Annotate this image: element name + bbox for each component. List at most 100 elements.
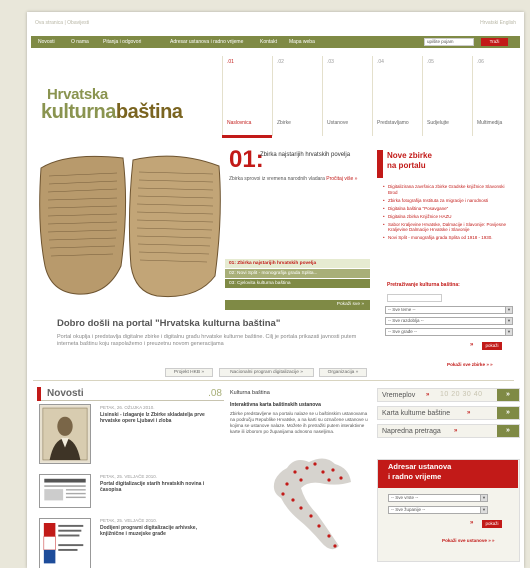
county-select[interactable]: -- Sve županije -- ▼	[388, 506, 488, 514]
croatia-map[interactable]	[265, 450, 355, 560]
new-collections-header: Nove zbirke na portalu	[377, 150, 517, 178]
material-select[interactable]: -- Sve građe -- ▼	[385, 328, 513, 336]
charter-image[interactable]	[37, 146, 223, 306]
feature-text: Zbirka sprovoi iz vremena narodnih vlada…	[229, 176, 364, 183]
organizacija-button[interactable]: Organizacija »	[319, 368, 367, 377]
nav-item-kontakt[interactable]: Kontakt	[260, 39, 277, 45]
chevron-down-icon: ▼	[505, 329, 512, 335]
directory-title-line1: Adresar ustanova	[388, 462, 452, 471]
timeline-numbers: 10 20 30 40	[440, 391, 483, 398]
feature-list: 01: Zbirka najstarijih hrvatskih povelja…	[225, 258, 370, 288]
new-collection-link[interactable]: Digitalna zbirka Knjižnice HAZU	[383, 214, 513, 220]
nav-item-mapa-weba[interactable]: Mapa weba	[289, 39, 315, 45]
new-collections-list: Digitalizirana završnica zbirke Gradske …	[383, 184, 513, 243]
tab-ustanove[interactable]: .03 Ustanove	[322, 56, 372, 136]
feature-description: Zbirka sprovoi iz vremena narodnih vlada…	[229, 176, 325, 182]
institution-type-select[interactable]: -- Sve vrste -- ▼	[388, 494, 488, 502]
theme-select[interactable]: -- Sve teme -- ▼	[385, 306, 513, 314]
kb-subtitle[interactable]: Interaktivna karta baštinskih ustanova	[230, 402, 370, 408]
theme-select-value: -- Sve teme --	[388, 307, 416, 312]
new-collection-link[interactable]: Digitalna baština "Posavgane"	[383, 206, 513, 212]
institution-type-value: -- Sve vrste --	[391, 495, 419, 500]
projekt-hkb-button[interactable]: Projekt HKB »	[165, 368, 213, 377]
tab-zbirke[interactable]: .02 Zbirke	[272, 56, 322, 136]
tab-num: .02	[277, 59, 284, 65]
chevron-down-icon: ▼	[505, 318, 512, 324]
tab-label: Predstavljamo	[377, 120, 409, 126]
nacionalni-program-button[interactable]: Nacionalni program digitalizacije »	[219, 368, 314, 377]
tab-naslovnica[interactable]: .01 Naslovnica	[222, 56, 272, 136]
kb-title: Kulturna baština	[230, 390, 270, 396]
new-collections-title: Nove zbirke na portalu	[387, 151, 432, 171]
period-select[interactable]: -- Sve razdoblja -- ▼	[385, 317, 513, 325]
quick-link-vremeplov[interactable]: Vremeplov » 10 20 30 40 »	[377, 388, 520, 402]
quick-link-napredna-pretraga[interactable]: Napredna pretraga » »	[377, 424, 520, 438]
feature-read-more-link[interactable]: Pročitaj više »	[326, 176, 357, 182]
show-all-institutions-link[interactable]: Pokaži sve ustanove » »	[442, 538, 495, 543]
chevron-down-icon: ▼	[505, 307, 512, 313]
search-institutions-button[interactable]: pokaži	[482, 520, 502, 528]
news-header: Novosti .08	[37, 387, 224, 401]
arrow-icon: »	[454, 428, 458, 434]
news-ministry-logo-image[interactable]	[39, 518, 91, 568]
feature-title[interactable]: Zbirka najstarijih hrvatskih povelja	[260, 152, 370, 158]
nav-item-adresar[interactable]: Adresar ustanova i radno vrijeme	[170, 39, 243, 45]
feature-number: 01:	[229, 146, 264, 173]
tab-label: Ustanove	[327, 120, 349, 126]
logo-line-2[interactable]: kulturnabaština	[41, 101, 183, 124]
tab-num: .01	[227, 59, 234, 65]
tab-multimedija[interactable]: .06 Multimedija	[472, 56, 522, 136]
main-nav: Novosti O nama Pitanja i odgovori Adresa…	[31, 36, 520, 48]
news-newspaper-image[interactable]	[39, 474, 91, 508]
tab-label: Naslovnica	[227, 120, 252, 126]
search-button[interactable]: Traži	[481, 38, 508, 46]
new-collections-title-line1: Nove zbirke	[387, 151, 432, 160]
logo-word-bastina: baština	[115, 101, 183, 123]
tab-num: .04	[377, 59, 384, 65]
news-item-title[interactable]: Portal digitalizacije starih hrvatskih n…	[100, 481, 215, 493]
directory-title-line2: i radno vrijeme	[388, 472, 442, 481]
chevron-down-icon: ▼	[480, 495, 487, 501]
go-arrow-icon[interactable]: »	[497, 389, 519, 401]
nav-item-novosti[interactable]: Novosti	[38, 39, 55, 45]
arrow-icon: »	[470, 520, 474, 526]
arrow-icon: »	[470, 342, 474, 348]
nav-item-o-nama[interactable]: O nama	[71, 39, 89, 45]
news-header-accent	[37, 387, 41, 401]
feature-list-item[interactable]: 01: Zbirka najstarijih hrvatskih povelja	[225, 258, 370, 268]
new-collection-link[interactable]: Zbirka fotografija Instituta za migracij…	[383, 198, 513, 204]
tab-predstavljamo[interactable]: .04 Predstavljamo	[372, 56, 422, 136]
quick-link-label: Napredna pretraga	[382, 428, 441, 435]
new-collection-link[interactable]: Sabor Kraljevine Hrvatske, Dalmacije i S…	[383, 222, 513, 233]
top-links[interactable]: Ova stranica | Obavijesti	[35, 20, 89, 26]
show-all-features-link[interactable]: Pokaži sve »	[225, 300, 370, 310]
new-collection-link[interactable]: Novi Split - monografija grada Splita od…	[383, 235, 513, 241]
new-collections-accent	[377, 150, 383, 178]
news-portrait-image[interactable]	[39, 404, 91, 464]
new-collection-link[interactable]: Digitalizirana završnica zbirke Gradske …	[383, 184, 513, 195]
tab-sudjelujte[interactable]: .05 Sudjelujte	[422, 56, 472, 136]
heritage-search-input[interactable]	[387, 294, 442, 302]
news-date: PETAK, 25. VELJAČE 2010.	[100, 518, 157, 523]
show-all-collections-link[interactable]: Pokaži sve zbirke » »	[447, 362, 493, 367]
arrow-icon: »	[467, 410, 471, 416]
feature-list-item[interactable]: 03: Cjelovita kulturna baština	[225, 278, 370, 288]
news-item-title[interactable]: Dodijeni programi digitalizacije arhivsk…	[100, 525, 215, 537]
period-select-value: -- Sve razdoblja --	[388, 318, 424, 323]
search-input[interactable]: upišite pojam	[424, 38, 474, 46]
welcome-text: Portal okuplja i predstavlja digitalne z…	[57, 334, 357, 347]
news-title[interactable]: Novosti	[47, 388, 84, 399]
quick-link-label: Karta kulturne baštine	[382, 410, 451, 417]
go-arrow-icon[interactable]: »	[497, 425, 519, 437]
language-links[interactable]: Hrvatski English	[480, 20, 516, 26]
page: Ova stranica | Obavijesti Hrvatski Engli…	[27, 12, 524, 568]
feature-list-item[interactable]: 02: Novi Split - monografija grada Split…	[225, 268, 370, 278]
quick-link-karta[interactable]: Karta kulturne baštine » »	[377, 406, 520, 420]
quick-link-label: Vremeplov	[382, 392, 416, 399]
news-item-title[interactable]: Lisinski - izlaganje Iz Zbirke skladatel…	[100, 412, 215, 424]
tab-num: .05	[427, 59, 434, 65]
nav-item-pitanja[interactable]: Pitanja i odgovori	[103, 39, 141, 45]
search-collections-button[interactable]: pokaži	[482, 342, 502, 350]
logo-word-kulturna: kulturna	[41, 101, 116, 123]
go-arrow-icon[interactable]: »	[497, 407, 519, 419]
